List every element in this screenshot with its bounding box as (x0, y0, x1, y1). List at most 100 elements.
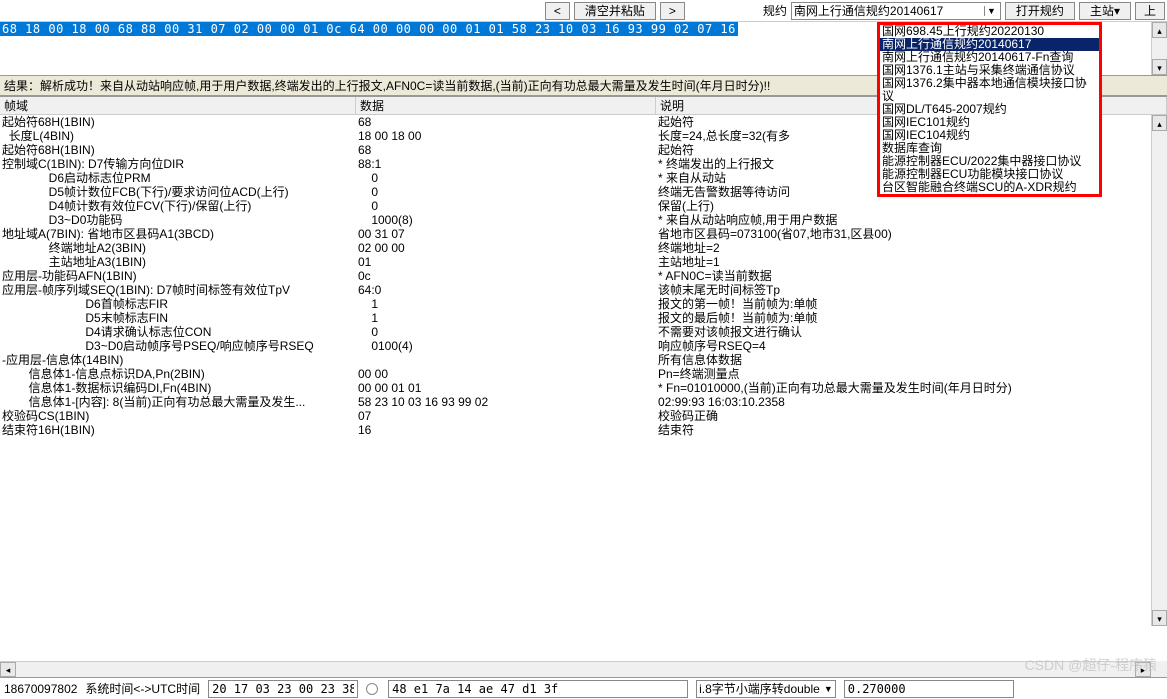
table-row[interactable]: 应用层-帧序列域SEQ(1BIN): D7帧时间标签有效位TpV64:0该帧末尾… (0, 283, 1151, 297)
cell-description: 终端地址=2 (656, 241, 1151, 255)
cell-data: 01 (356, 255, 656, 269)
protocol-label: 规约 (763, 2, 787, 19)
more-button[interactable]: 上 (1135, 2, 1165, 20)
table-row[interactable]: 地址域A(7BIN): 省地市区县码A1(3BCD)00 31 07省地市区县码… (0, 227, 1151, 241)
cell-frame-field: 长度L(4BIN) (0, 129, 356, 143)
table-row[interactable]: 结束符16H(1BIN)16结束符 (0, 423, 1151, 437)
cell-frame-field: 起始符68H(1BIN) (0, 115, 356, 129)
toolbar: < 清空并粘贴 > 规约 南网上行通信规约20140617 ▼ 打开规约 主站▾… (0, 0, 1167, 22)
protocol-combo[interactable]: 南网上行通信规约20140617 ▼ (791, 2, 1001, 20)
table-row[interactable]: 信息体1-信息点标识DA,Pn(2BIN)00 00Pn=终端测量点 (0, 367, 1151, 381)
table-row[interactable]: 信息体1-[内容]: 8(当前)正向有功总最大需量及发生...58 23 10 … (0, 395, 1151, 409)
master-station-button[interactable]: 主站▾ (1079, 2, 1131, 20)
cell-data: 0 (356, 185, 656, 199)
cell-data: 0 (356, 171, 656, 185)
dropdown-item[interactable]: 台区智能融合终端SCU的A-XDR规约 (880, 181, 1099, 194)
table-row[interactable]: D5末帧标志FIN 1报文的最后帧！当前帧为:单帧 (0, 311, 1151, 325)
cell-frame-field: 信息体1-数据标识编码DI,Fn(4BIN) (0, 381, 356, 395)
table-scrollbar-v[interactable]: ▴ ▾ (1151, 115, 1167, 626)
cell-description: 省地市区县码=073100(省07,地市31,区县00) (656, 227, 1151, 241)
cell-description: 报文的最后帧！当前帧为:单帧 (656, 311, 1151, 325)
header-data[interactable]: 数据 (356, 97, 656, 114)
table-row[interactable]: D4帧计数有效位FCV(下行)/保留(上行) 0保留(上行) (0, 199, 1151, 213)
status-double-input[interactable] (844, 680, 1014, 698)
chevron-down-icon[interactable]: ▼ (984, 6, 998, 16)
radio-icon[interactable] (366, 683, 378, 695)
table-row[interactable]: 应用层-功能码AFN(1BIN)0c* AFN0C=读当前数据 (0, 269, 1151, 283)
watermark: CSDN @超仔-程序猿 (1025, 655, 1157, 675)
cell-data: 1000(8) (356, 213, 656, 227)
status-number: 18670097802 (4, 682, 77, 696)
cell-frame-field: D3~D0启动帧序号PSEQ/响应帧序号RSEQ (0, 339, 356, 353)
cell-description: 结束符 (656, 423, 1151, 437)
scroll-down-icon[interactable]: ▾ (1152, 610, 1167, 626)
cell-data: 16 (356, 423, 656, 437)
endian-combo[interactable]: i.8字节小端序转double ▼ (696, 680, 836, 698)
clear-paste-button[interactable]: 清空并粘贴 (574, 2, 656, 20)
table-row[interactable]: -应用层-信息体(14BIN) 所有信息体数据 (0, 353, 1151, 367)
cell-data: 68 (356, 115, 656, 129)
cell-frame-field: D5末帧标志FIN (0, 311, 356, 325)
cell-description: 报文的第一帧！当前帧为:单帧 (656, 297, 1151, 311)
cell-description: Pn=终端测量点 (656, 367, 1151, 381)
cell-description: 该帧末尾无时间标签Tp (656, 283, 1151, 297)
cell-description: * Fn=01010000,(当前)正向有功总最大需量及发生时间(年月日时分) (656, 381, 1151, 395)
scroll-left-icon[interactable]: ◂ (0, 662, 16, 677)
cell-frame-field: 主站地址A3(1BIN) (0, 255, 356, 269)
cell-frame-field: 信息体1-信息点标识DA,Pn(2BIN) (0, 367, 356, 381)
cell-data: 68 (356, 143, 656, 157)
cell-frame-field: 校验码CS(1BIN) (0, 409, 356, 423)
next-button[interactable]: > (660, 2, 685, 20)
table-row[interactable]: D6首帧标志FIR 1报文的第一帧！当前帧为:单帧 (0, 297, 1151, 311)
cell-data: 64:0 (356, 283, 656, 297)
cell-data: 18 00 18 00 (356, 129, 656, 143)
table-row[interactable]: 信息体1-数据标识编码DI,Fn(4BIN)00 00 01 01* Fn=01… (0, 381, 1151, 395)
cell-frame-field: D6启动标志位PRM (0, 171, 356, 185)
cell-data: 0 (356, 325, 656, 339)
status-hex-input[interactable] (388, 680, 688, 698)
open-protocol-button[interactable]: 打开规约 (1005, 2, 1075, 20)
status-time-label: 系统时间<->UTC时间 (85, 680, 200, 697)
header-frame-field[interactable]: 帧域 (0, 97, 356, 114)
scroll-up-icon[interactable]: ▴ (1152, 115, 1167, 131)
hex-scrollbar-v[interactable]: ▴ ▾ (1151, 22, 1167, 75)
cell-frame-field: -应用层-信息体(14BIN) (0, 353, 356, 367)
cell-frame-field: 起始符68H(1BIN) (0, 143, 356, 157)
cell-frame-field: D6首帧标志FIR (0, 297, 356, 311)
cell-data: 88:1 (356, 157, 656, 171)
cell-description: * 来自从动站响应帧,用于用户数据 (656, 213, 1151, 227)
cell-frame-field: 终端地址A2(3BIN) (0, 241, 356, 255)
cell-description: 响应帧序号RSEQ=4 (656, 339, 1151, 353)
cell-frame-field: 结束符16H(1BIN) (0, 423, 356, 437)
table-row[interactable]: D4请求确认标志位CON 0不需要对该帧报文进行确认 (0, 325, 1151, 339)
cell-frame-field: D5帧计数位FCB(下行)/要求访问位ACD(上行) (0, 185, 356, 199)
cell-data: 1 (356, 311, 656, 325)
table-row[interactable]: 主站地址A3(1BIN)01主站地址=1 (0, 255, 1151, 269)
scroll-up-icon[interactable]: ▴ (1152, 22, 1167, 38)
chevron-down-icon[interactable]: ▼ (824, 684, 833, 694)
table-row[interactable]: D3~D0功能码 1000(8)* 来自从动站响应帧,用于用户数据 (0, 213, 1151, 227)
cell-description: 所有信息体数据 (656, 353, 1151, 367)
cell-frame-field: 控制域C(1BIN): D7传输方向位DIR (0, 157, 356, 171)
cell-data: 02 00 00 (356, 241, 656, 255)
dropdown-item[interactable]: 国网1376.2集中器本地通信模块接口协议 (880, 77, 1099, 103)
scroll-down-icon[interactable]: ▾ (1152, 59, 1167, 75)
cell-data: 1 (356, 297, 656, 311)
protocol-dropdown-popup[interactable]: 国网698.45上行规约20220130南网上行通信规约20140617南网上行… (877, 22, 1102, 197)
prev-button[interactable]: < (545, 2, 570, 20)
scrollbar-h[interactable]: ◂ ▸ (0, 661, 1151, 677)
scrollbar-h-track[interactable] (16, 662, 1135, 677)
table-row[interactable]: 终端地址A2(3BIN)02 00 00终端地址=2 (0, 241, 1151, 255)
cell-frame-field: D4请求确认标志位CON (0, 325, 356, 339)
cell-frame-field: D4帧计数有效位FCV(下行)/保留(上行) (0, 199, 356, 213)
status-time-input[interactable] (208, 680, 358, 698)
cell-description: 校验码正确 (656, 409, 1151, 423)
cell-data: 58 23 10 03 16 93 99 02 (356, 395, 656, 409)
table-row[interactable]: D3~D0启动帧序号PSEQ/响应帧序号RSEQ 0100(4)响应帧序号RSE… (0, 339, 1151, 353)
cell-description: 保留(上行) (656, 199, 1151, 213)
table-row[interactable]: 校验码CS(1BIN)07校验码正确 (0, 409, 1151, 423)
cell-frame-field: 信息体1-[内容]: 8(当前)正向有功总最大需量及发生... (0, 395, 356, 409)
statusbar: 18670097802 系统时间<->UTC时间 i.8字节小端序转double… (0, 677, 1167, 699)
cell-frame-field: 应用层-功能码AFN(1BIN) (0, 269, 356, 283)
cell-data: 0100(4) (356, 339, 656, 353)
